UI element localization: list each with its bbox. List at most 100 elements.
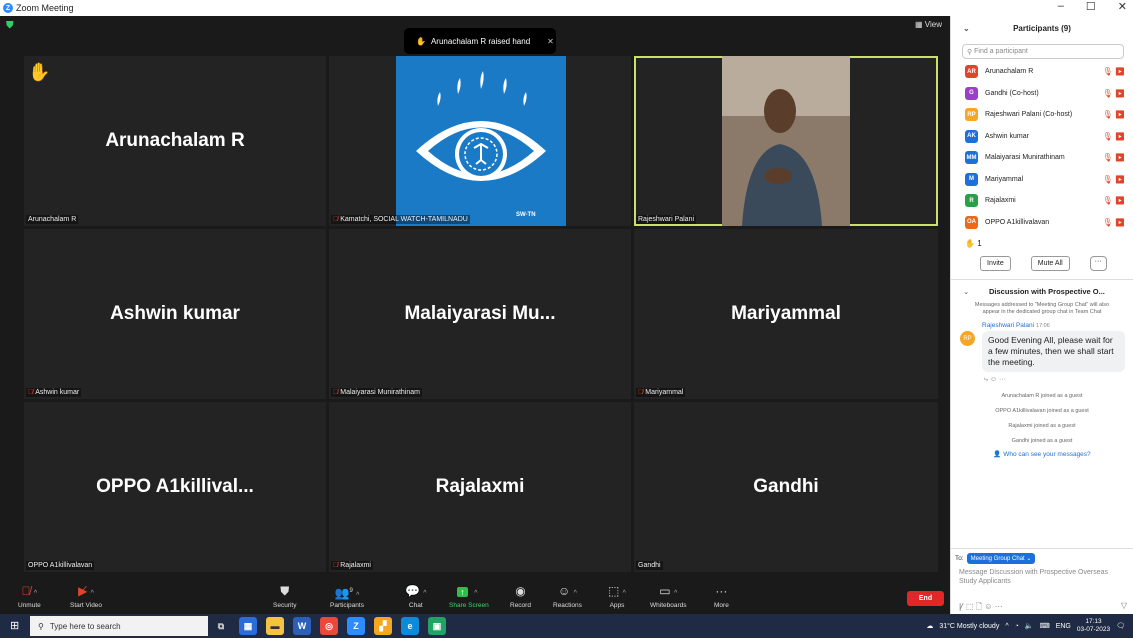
encryption-shield-icon[interactable]: ⛊ <box>6 20 14 31</box>
file-icon[interactable]: 🗋 <box>976 602 982 611</box>
participant-status-icons: 🎙 ▶ <box>1102 88 1125 98</box>
taskbar-search-input[interactable]: ⚲ Type here to search <box>30 616 208 636</box>
hand-icon: ✋ <box>416 36 426 46</box>
keyboard-icon[interactable]: ⌨ <box>1040 622 1050 630</box>
clock[interactable]: 17:13 03-07-2023 <box>1077 618 1110 634</box>
view-label: View <box>924 20 942 29</box>
more-label: More <box>714 602 729 609</box>
view-button[interactable]: ▦ View <box>915 20 942 29</box>
video-tile[interactable]: Rajalaxmi 🎙̸ Rajalaxmi <box>329 402 631 572</box>
participant-row[interactable]: OA OPPO A1killivalavan 🎙 ▶ <box>951 212 1133 234</box>
system-message: Rajalaxmi joined as a guest <box>1008 423 1076 429</box>
windows-start-icon[interactable]: ⊞ <box>10 619 19 632</box>
participant-name: Ashwin kumar <box>985 132 1029 140</box>
participant-row[interactable]: R Rajalaxmi 🎙 ▶ <box>951 190 1133 212</box>
participants-button[interactable]: 👥9 ^ Participants <box>330 584 364 609</box>
edge-icon[interactable]: e <box>401 617 419 635</box>
system-tray: ☁ 31°C Mostly cloudy ^ ◔ 🔈 ⌨ ENG 17:13 0… <box>926 614 1125 638</box>
reactions-button[interactable]: ☺ ^ Reactions <box>553 584 582 609</box>
more-button[interactable]: ··· More <box>714 584 729 609</box>
message-actions[interactable]: ⤷ ☺ ··· <box>984 376 1133 384</box>
sticky-app-icon[interactable]: ▞ <box>374 617 392 635</box>
security-button[interactable]: ⛊ Security <box>273 584 296 609</box>
video-off-icon: ▶̸ ^ <box>78 584 94 598</box>
whiteboards-button[interactable]: ▭ ^ Whiteboards <box>650 584 687 609</box>
participant-status-icons: 🎙 ▶ <box>1102 174 1125 184</box>
emoji-icon[interactable]: ☺ <box>984 602 992 611</box>
video-tile[interactable]: Mariyammal 🎙̸ Mariyammal <box>634 229 938 399</box>
participant-row[interactable]: RP Rajeshwari Palani (Co-host) 🎙 ▶ <box>951 104 1133 126</box>
close-toast-icon[interactable]: ✕ <box>547 37 554 46</box>
apps-button[interactable]: ⬚ ^ Apps <box>608 584 626 609</box>
close-button[interactable]: ✕ <box>1118 0 1127 13</box>
weather-text[interactable]: 31°C Mostly cloudy <box>939 623 999 630</box>
video-tile[interactable]: Malaiyarasi Mu... 🎙̸ Malaiyarasi Munirath… <box>329 229 631 399</box>
sender-avatar: RP <box>960 331 975 346</box>
avatar: OA <box>965 215 978 229</box>
share-screen-button[interactable]: ↑ ^ Share Screen <box>449 584 489 609</box>
participant-status-icons: 🎙 ▶ <box>1102 131 1125 141</box>
mute-all-button[interactable]: Mute All <box>1030 256 1070 271</box>
chrome-icon[interactable]: ◎ <box>320 617 338 635</box>
participant-row[interactable]: AR Arunachalam R 🎙 ▶ <box>951 61 1133 83</box>
video-tile[interactable]: SW-TN 🎙̸ Kamatchi, SOCIAL WATCH-TAMILNADU <box>329 56 631 226</box>
hand-icon: ✋ <box>965 239 975 248</box>
participant-status-icons: 🎙 ▶ <box>1102 196 1125 206</box>
participant-row[interactable]: M Mariyammal 🎙 ▶ <box>951 169 1133 191</box>
participant-row[interactable]: G Gandhi (Co-host) 🎙 ▶ <box>951 83 1133 105</box>
participant-list: AR Arunachalam R 🎙 ▶ G Gandhi (Co-host) 🎙 ▶ RP… <box>951 61 1133 233</box>
tray-overflow-icon[interactable]: ^ <box>1005 623 1008 630</box>
tile-label-text: Rajeshwari Palani <box>638 216 695 223</box>
participant-status-icons: 🎙 ▶ <box>1102 153 1125 163</box>
chat-button[interactable]: 💬 ^ Chat <box>405 584 427 609</box>
start-video-label: Start Video <box>70 602 103 609</box>
participants-more-button[interactable]: ··· <box>1089 256 1107 271</box>
minimize-button[interactable]: – <box>1058 0 1064 13</box>
notifications-icon[interactable]: 🗨 <box>1116 622 1125 630</box>
file-explorer-icon[interactable]: ▬ <box>266 617 284 635</box>
participant-row[interactable]: MM Malaiyarasi Munirathinam 🎙 ▶ <box>951 147 1133 169</box>
who-can-see-link[interactable]: 👤 Who can see your messages? <box>951 450 1133 458</box>
tile-name: Ashwin kumar <box>110 303 240 324</box>
to-label: To: <box>955 555 964 562</box>
task-view-icon[interactable]: ⧉ <box>212 617 230 635</box>
collapse-chat-chevron-icon[interactable]: ⌄ <box>963 287 969 296</box>
video-tile-active-speaker[interactable]: Rajeshwari Palani <box>634 56 938 226</box>
more-icon[interactable]: ··· <box>995 602 1003 611</box>
screenshot-icon[interactable]: ⬚ <box>966 602 974 611</box>
maximize-button[interactable]: ☐ <box>1086 0 1096 13</box>
participants-label: Participants <box>330 602 364 609</box>
mic-muted-icon: 🎙̸ <box>333 389 339 396</box>
video-tile[interactable]: Ashwin kumar 🎙̸ Ashwin kumar <box>24 229 326 399</box>
format-icon[interactable]: Ꝩ <box>959 602 964 611</box>
zoom-app-icon[interactable]: Z <box>347 617 365 635</box>
record-button[interactable]: ◉ Record <box>510 584 531 609</box>
collapse-chevron-icon[interactable]: ⌄ <box>963 24 970 33</box>
mic-muted-icon: 🎙̸ ^ <box>21 584 38 598</box>
side-panel: ⌄ Participants (9) ⚲ Find a participant … <box>950 16 1133 614</box>
end-meeting-button[interactable]: End <box>907 591 944 606</box>
photos-icon[interactable]: ▣ <box>428 617 446 635</box>
start-video-button[interactable]: ▶̸ ^ Start Video <box>70 584 102 609</box>
word-icon[interactable]: W <box>293 617 311 635</box>
volume-icon[interactable]: 🔈 <box>1025 622 1034 630</box>
tile-name: OPPO A1killival... <box>96 476 254 497</box>
invite-button[interactable]: Invite <box>980 256 1011 271</box>
video-tile[interactable]: OPPO A1killival... OPPO A1killivalavan <box>24 402 326 572</box>
chat-message[interactable]: Good Evening All, please wait for a few … <box>982 331 1125 372</box>
tile-name: Malaiyarasi Mu... <box>404 303 556 324</box>
chat-message-input[interactable]: Message Discussion with Prospective Over… <box>951 564 1133 590</box>
network-icon[interactable]: ◔ <box>1015 623 1019 630</box>
participant-status-icons: 🎙 ▶ <box>1102 110 1125 120</box>
participant-search-input[interactable]: ⚲ Find a participant <box>962 44 1124 59</box>
video-tile[interactable]: Gandhi Gandhi <box>634 402 938 572</box>
search-icon: ⚲ <box>967 48 973 56</box>
participant-row[interactable]: AK Ashwin kumar 🎙 ▶ <box>951 126 1133 148</box>
language-indicator[interactable]: ENG <box>1056 623 1071 630</box>
calendar-icon[interactable]: ▦ <box>239 617 257 635</box>
unmute-button[interactable]: 🎙̸ ^ Unmute <box>18 584 41 609</box>
chat-icon: 💬 ^ <box>405 584 427 598</box>
recipient-dropdown[interactable]: Meeting Group Chat ⌄ <box>966 553 1036 564</box>
send-icon[interactable]: ▽ <box>1121 601 1127 610</box>
video-tile[interactable]: ✋ Arunachalam R Arunachalam R <box>24 56 326 226</box>
